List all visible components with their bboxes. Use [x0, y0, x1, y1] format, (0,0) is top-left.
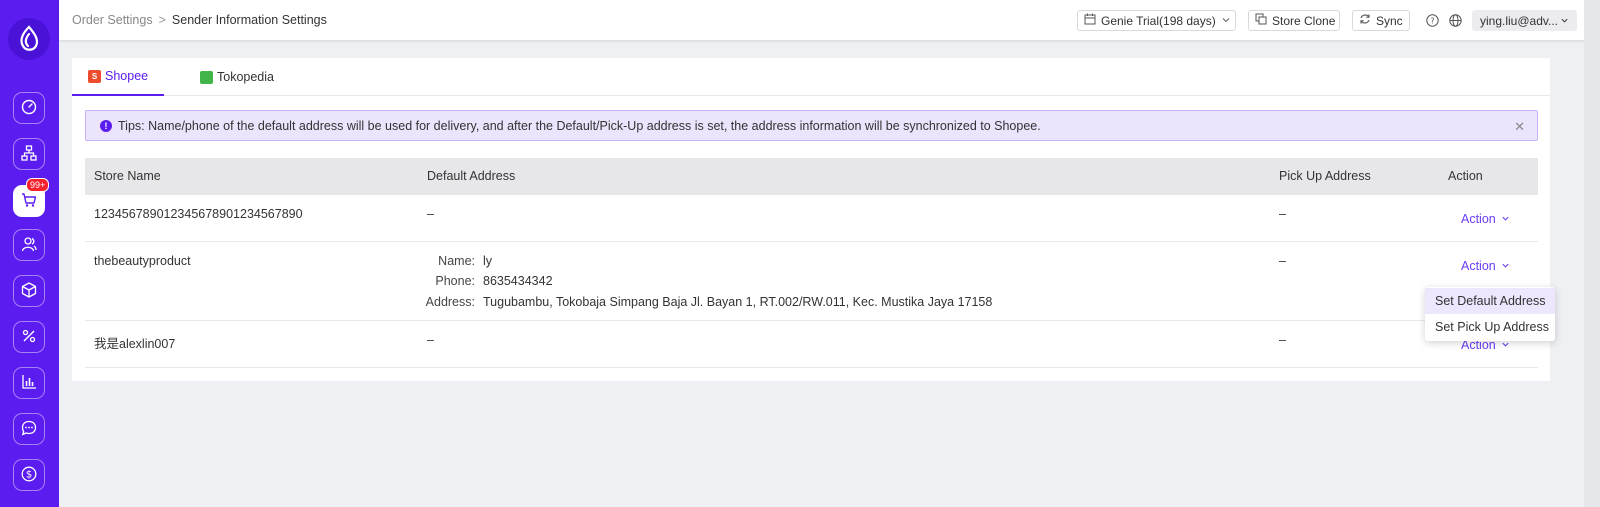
globe-icon[interactable]: [1447, 12, 1463, 28]
header-default-address: Default Address: [427, 169, 516, 183]
table-row: 我是alexlin007 – – Action: [85, 321, 1538, 368]
tips-text: Tips: Name/phone of the default address …: [118, 118, 1041, 133]
contact-phone-value: 8635434342: [483, 274, 553, 288]
chevron-down-icon: [1501, 259, 1510, 273]
store-name-cell: 我是alexlin007: [94, 337, 176, 351]
box-icon: [21, 281, 37, 301]
nav-orders[interactable]: 99+: [13, 178, 50, 217]
sync-icon: [1359, 13, 1371, 28]
pickup-address-cell: –: [1279, 207, 1286, 221]
header-action: Action: [1448, 169, 1483, 183]
platform-tabs: S Shopee Tokopedia: [72, 58, 1550, 96]
main-card: S Shopee Tokopedia ! Tips: Name/phone of…: [72, 58, 1550, 381]
contact-name-line: Name: ly: [418, 254, 492, 268]
breadcrumb-separator: >: [158, 13, 166, 27]
tips-banner: ! Tips: Name/phone of the default addres…: [85, 110, 1538, 141]
contact-address-value: Tugubambu, Tokobaja Simpang Baja Jl. Bay…: [483, 295, 993, 309]
tab-tokopedia-label: Tokopedia: [217, 70, 274, 84]
nav-hierarchy[interactable]: [13, 138, 45, 170]
dollar-icon: $: [21, 466, 37, 485]
action-menu: Set Default Address Set Pick Up Address: [1425, 287, 1555, 341]
user-menu[interactable]: ying.liu@adv...: [1472, 10, 1577, 31]
store-name-cell: thebeautyproduct: [94, 254, 191, 268]
set-default-address-item[interactable]: Set Default Address: [1425, 288, 1555, 314]
sidebar: 99+ $: [0, 0, 59, 507]
store-clone-label: Store Clone: [1272, 13, 1336, 28]
default-address-cell: –: [427, 333, 434, 347]
chat-icon: [21, 420, 37, 439]
svg-text:?: ?: [1430, 16, 1434, 25]
plan-label: Genie Trial(198 days): [1101, 13, 1216, 28]
tokopedia-bag-icon: [200, 70, 213, 84]
nav-finance[interactable]: $: [13, 459, 45, 491]
contact-name-value: ly: [483, 254, 493, 268]
breadcrumb: Order Settings > Sender Information Settin…: [72, 13, 327, 27]
chevron-down-icon: [1560, 14, 1569, 28]
dashboard-icon: [21, 99, 37, 118]
svg-text:$: $: [26, 469, 32, 480]
hierarchy-icon: [21, 144, 37, 164]
nav-dashboard[interactable]: [13, 92, 45, 124]
contact-address-line: Address: Tugubambu, Tokobaja Simpang Baja…: [418, 295, 993, 309]
scrollbar-track[interactable]: [1584, 0, 1600, 507]
tab-shopee-label: Shopee: [105, 69, 149, 83]
cart-badge: 99+: [26, 178, 50, 192]
action-label: Action: [1461, 259, 1496, 273]
nav-products[interactable]: [13, 275, 45, 307]
cart-icon: [21, 192, 37, 211]
users-icon: [21, 236, 37, 255]
chevron-down-icon: [1501, 212, 1510, 226]
action-dropdown[interactable]: Action: [1461, 212, 1510, 226]
table-header: Store Name Default Address Pick Up Addre…: [85, 158, 1538, 195]
close-icon[interactable]: ✕: [1514, 119, 1525, 135]
table-row: 1234567890123456789012345678​90 – – Acti…: [85, 195, 1538, 242]
action-label: Action: [1461, 212, 1496, 226]
percent-icon: [21, 328, 37, 347]
breadcrumb-current: Sender Information Settings: [171, 13, 327, 27]
nav-chat[interactable]: [13, 413, 45, 445]
default-address-cell: –: [427, 207, 434, 221]
shopee-bag-icon: S: [88, 69, 101, 83]
header-store-name: Store Name: [94, 169, 161, 183]
contact-phone-line: Phone: 8635434342: [418, 274, 553, 288]
address-label: Address:: [425, 295, 475, 309]
name-label: Name:: [438, 254, 475, 268]
sync-button[interactable]: Sync: [1352, 10, 1410, 31]
phone-label: Phone:: [435, 274, 475, 288]
nav-customers[interactable]: [13, 229, 45, 261]
store-clone-button[interactable]: Store Clone: [1248, 10, 1340, 31]
plan-select[interactable]: Genie Trial(198 days): [1077, 10, 1236, 31]
sender-table: Store Name Default Address Pick Up Addre…: [85, 158, 1538, 368]
tab-tokopedia[interactable]: Tokopedia: [184, 58, 290, 96]
app-logo-icon[interactable]: [8, 18, 50, 60]
sync-label: Sync: [1376, 13, 1403, 28]
action-dropdown[interactable]: Action: [1461, 259, 1510, 273]
pickup-address-cell: –: [1279, 254, 1286, 268]
store-name-cell: 1234567890123456789012345678​90: [94, 207, 303, 221]
chart-icon: [21, 374, 37, 393]
top-header: Order Settings > Sender Information Settin…: [59, 0, 1600, 40]
set-pickup-address-item[interactable]: Set Pick Up Address: [1425, 314, 1555, 340]
breadcrumb-order-settings[interactable]: Order Settings: [72, 13, 153, 27]
tab-shopee[interactable]: S Shopee: [72, 58, 165, 96]
chevron-down-icon: [1221, 14, 1231, 28]
nav-promotions[interactable]: [13, 321, 45, 353]
info-icon: !: [100, 119, 112, 132]
nav-reports[interactable]: [13, 367, 45, 399]
header-pickup-address: Pick Up Address: [1279, 169, 1371, 183]
pickup-address-cell: –: [1279, 333, 1286, 347]
clone-icon: [1255, 13, 1267, 28]
help-icon[interactable]: ?: [1424, 12, 1440, 28]
calendar-icon: [1084, 13, 1096, 28]
user-label: ying.liu@adv...: [1480, 13, 1558, 28]
table-row: thebeautyproduct Name: ly Phone: 863543434…: [85, 242, 1538, 321]
